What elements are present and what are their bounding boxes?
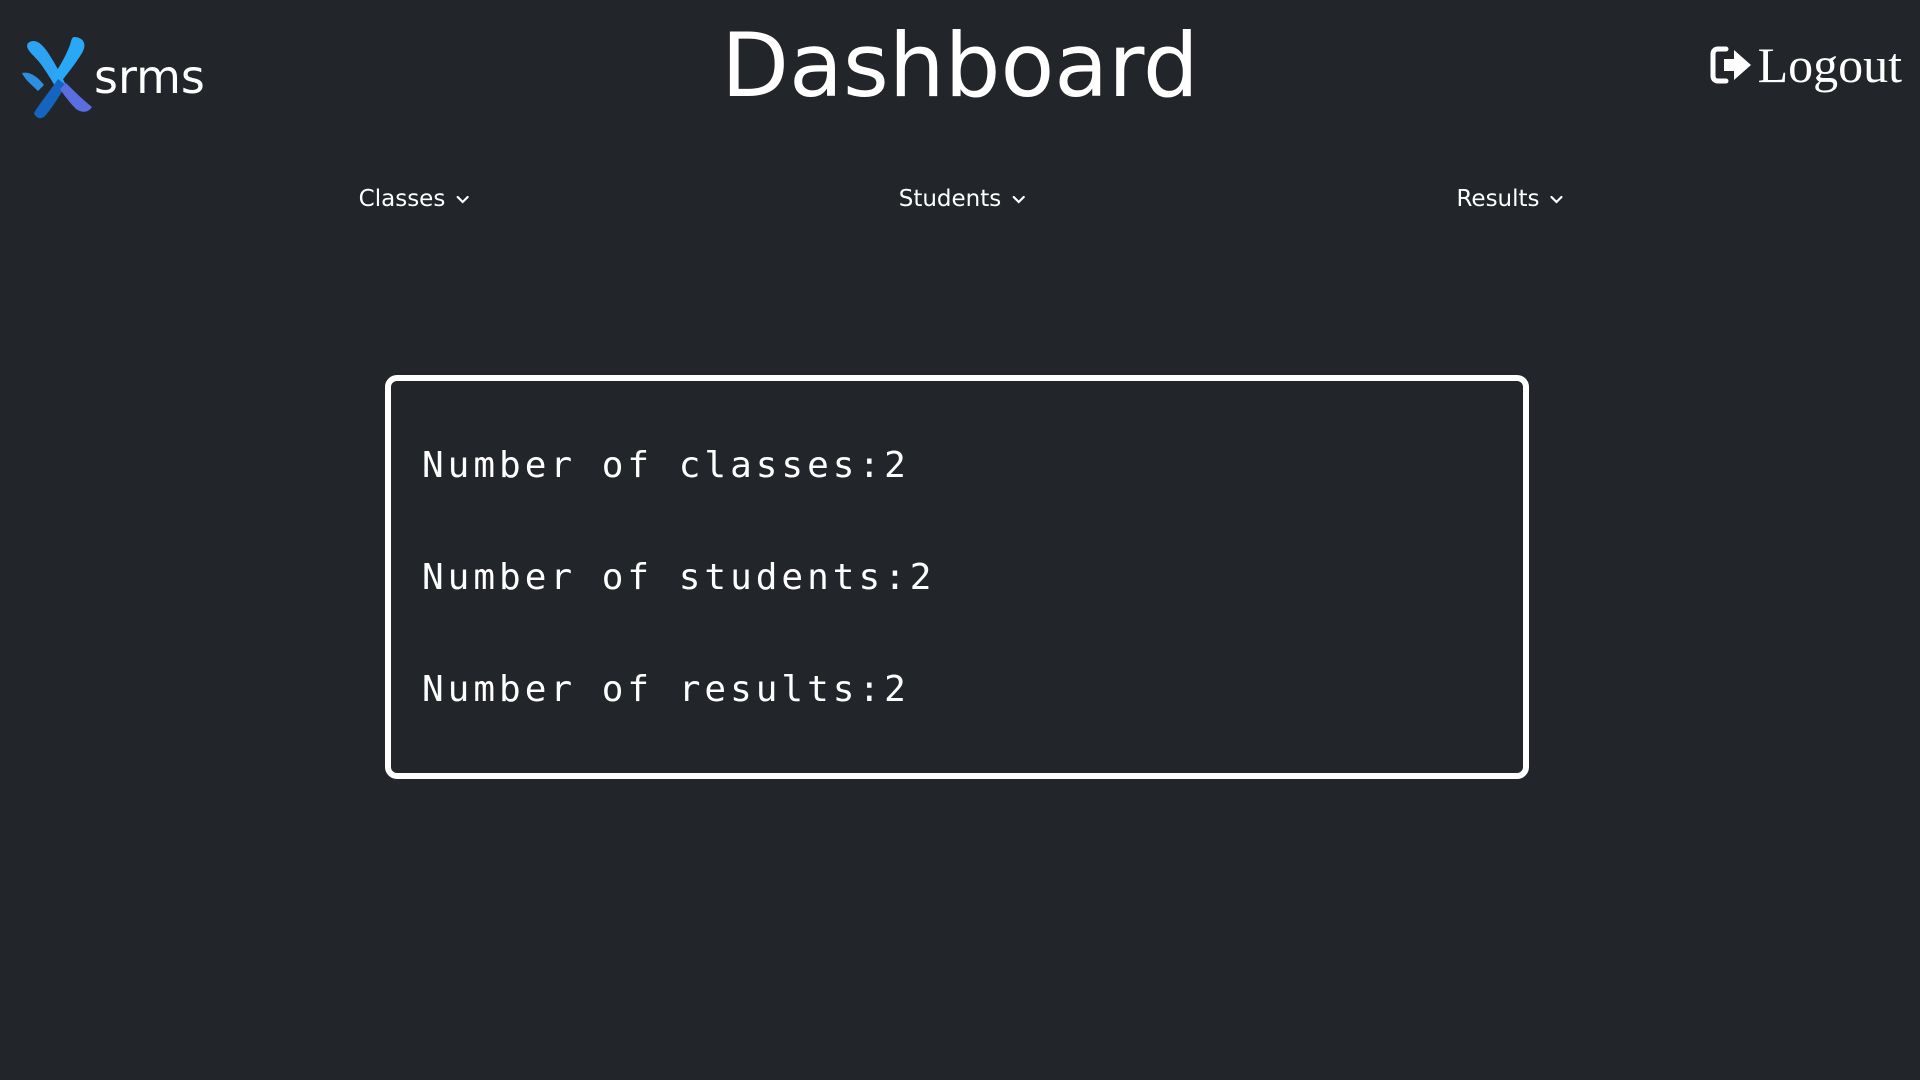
stat-students-count: Number of students:2 [422, 557, 936, 598]
nav-item-label: Students [898, 186, 1002, 212]
page-title: Dashboard [721, 14, 1199, 117]
stat-classes-count: Number of classes:2 [422, 445, 910, 486]
chevron-down-icon [456, 195, 469, 204]
nav-item-results[interactable]: Results [1456, 186, 1563, 212]
nav-item-label: Results [1456, 186, 1540, 212]
main-nav: Classes Students Results [0, 186, 1920, 220]
logout-label: Logout [1757, 37, 1902, 93]
nav-item-classes[interactable]: Classes [359, 186, 470, 212]
stats-card: Number of classes:2 Number of students:2… [385, 375, 1529, 779]
chevron-down-icon [1012, 195, 1025, 204]
nav-item-students[interactable]: Students [899, 186, 1026, 212]
stat-results-count: Number of results:2 [422, 669, 910, 710]
sign-out-icon [1710, 46, 1751, 84]
dashboard-page: srms Dashboard Logout Classes Students R… [0, 0, 1920, 1080]
chevron-down-icon [1550, 195, 1563, 204]
logout-button[interactable]: Logout [1710, 40, 1902, 90]
nav-item-label: Classes [358, 186, 446, 212]
top-header: srms Dashboard Logout [0, 0, 1920, 140]
